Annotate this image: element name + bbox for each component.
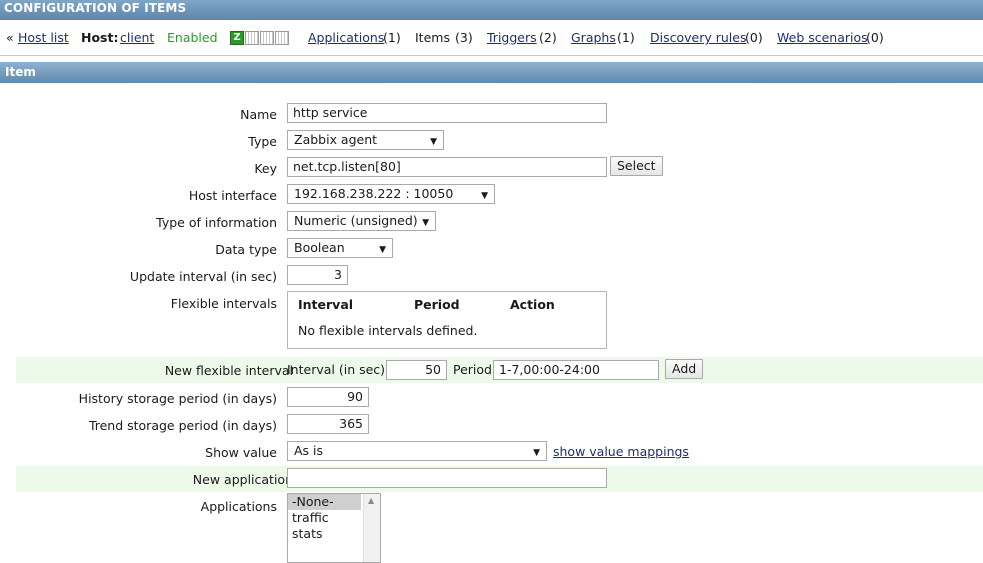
new-interval-input[interactable]: 50 <box>386 360 447 380</box>
data-type-value: Boolean <box>294 240 345 255</box>
items-count: (3) <box>455 30 473 45</box>
data-type-select[interactable]: Boolean ▼ <box>287 238 393 258</box>
data-type-label: Data type <box>215 242 277 257</box>
availability-icons: Z <box>230 31 289 45</box>
flexible-intervals-label: Flexible intervals <box>170 296 277 311</box>
new-period-input[interactable]: 1-7,00:00-24:00 <box>493 360 659 380</box>
application-option-traffic-stats[interactable]: traffic stats <box>288 510 361 541</box>
web-scenarios-count: (0) <box>866 30 884 45</box>
update-interval-input[interactable]: 3 <box>287 265 348 285</box>
name-input[interactable]: http service <box>287 103 607 123</box>
key-select-button[interactable]: Select <box>610 156 663 176</box>
key-input[interactable]: net.tcp.listen[80] <box>287 157 607 177</box>
host-name-link[interactable]: client <box>120 30 154 45</box>
applications-count: (1) <box>383 30 401 45</box>
trends-input[interactable]: 365 <box>287 414 369 434</box>
show-value-mappings-link[interactable]: show value mappings <box>553 444 689 459</box>
host-interface-select[interactable]: 192.168.238.222 : 10050 ▼ <box>287 184 495 204</box>
trends-label: Trend storage period (in days) <box>88 418 277 433</box>
section-header: Item <box>0 62 983 83</box>
column-header-action: Action <box>510 297 555 312</box>
show-value-select[interactable]: As is ▼ <box>287 441 547 461</box>
items-label: Items <box>415 30 450 45</box>
new-flexible-interval-label: New flexible interval <box>164 363 293 378</box>
zabbix-agent-icon: Z <box>230 31 244 45</box>
application-option-none[interactable]: -None- <box>288 494 361 510</box>
history-input[interactable]: 90 <box>287 387 369 407</box>
interval-in-sec-label: Interval (in sec) <box>287 362 386 377</box>
chevron-down-icon: ▼ <box>430 137 437 147</box>
host-label: Host: <box>81 30 119 45</box>
chevron-down-icon: ▼ <box>533 448 540 458</box>
type-select[interactable]: Zabbix agent ▼ <box>287 130 444 150</box>
host-list-link[interactable]: Host list <box>18 30 69 45</box>
period-label: Period <box>453 362 492 377</box>
triggers-link[interactable]: Triggers <box>487 30 537 45</box>
column-header-period: Period <box>414 297 460 312</box>
name-label: Name <box>240 107 277 122</box>
history-label: History storage period (in days) <box>78 391 277 406</box>
applications-link[interactable]: Applications <box>308 30 384 45</box>
show-value-value: As is <box>294 443 324 458</box>
key-label: Key <box>254 161 277 176</box>
graphs-count: (1) <box>617 30 635 45</box>
snmp-icon <box>245 31 259 45</box>
show-value-label: Show value <box>205 445 277 460</box>
column-header-interval: Interval <box>298 297 354 312</box>
triggers-count: (2) <box>539 30 557 45</box>
type-of-information-label: Type of information <box>156 215 277 230</box>
chevron-down-icon: ▼ <box>379 245 386 255</box>
empty-table-message: No flexible intervals defined. <box>298 323 478 338</box>
graphs-link[interactable]: Graphs <box>571 30 616 45</box>
flexible-intervals-table: Interval Period Action No flexible inter… <box>287 291 607 349</box>
applications-label: Applications <box>200 499 277 514</box>
discovery-rules-count: (0) <box>745 30 763 45</box>
back-arrow-icon: « <box>6 30 14 45</box>
chevron-down-icon: ▼ <box>481 191 488 201</box>
web-scenarios-link[interactable]: Web scenarios <box>777 30 868 45</box>
discovery-rules-link[interactable]: Discovery rules <box>650 30 746 45</box>
host-interface-value: 192.168.238.222 : 10050 <box>294 186 454 201</box>
add-interval-button[interactable]: Add <box>665 359 704 379</box>
host-navigation: « Host list Host: client Enabled Z Appli… <box>0 20 983 56</box>
jmx-icon <box>260 31 274 45</box>
chevron-down-icon: ▼ <box>422 218 429 228</box>
ipmi-icon <box>275 31 289 45</box>
type-of-information-select[interactable]: Numeric (unsigned) ▼ <box>287 211 436 231</box>
section-title: Item <box>5 65 36 79</box>
scroll-up-icon[interactable]: ▲ <box>368 496 374 505</box>
new-application-input[interactable] <box>287 468 607 488</box>
applications-listbox[interactable]: -None- traffic stats ▲ <box>287 493 381 563</box>
page-title: CONFIGURATION OF ITEMS <box>4 1 187 15</box>
type-of-information-value: Numeric (unsigned) <box>294 213 418 228</box>
update-interval-label: Update interval (in sec) <box>129 269 277 284</box>
type-value: Zabbix agent <box>294 132 378 147</box>
page-header: CONFIGURATION OF ITEMS <box>0 0 983 20</box>
type-label: Type <box>248 134 277 149</box>
host-interface-label: Host interface <box>188 188 277 203</box>
listbox-scrollbar[interactable]: ▲ <box>363 494 380 562</box>
host-status[interactable]: Enabled <box>167 30 218 45</box>
new-application-label: New application <box>192 472 293 487</box>
